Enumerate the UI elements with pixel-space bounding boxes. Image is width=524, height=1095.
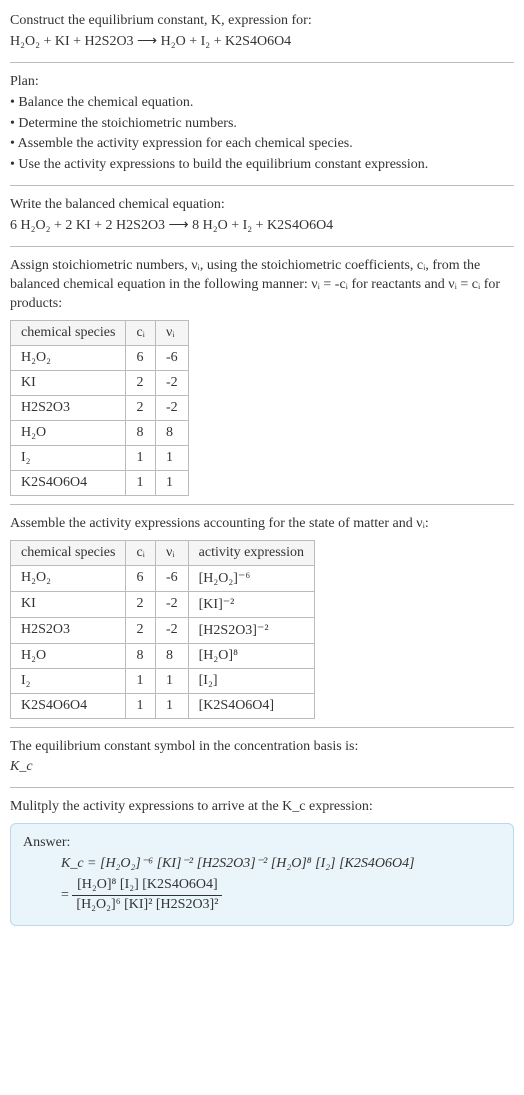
prompt-line: Construct the equilibrium constant, K, e…: [10, 12, 514, 31]
col-header: νᵢ: [155, 540, 188, 565]
table-row: H₂O 8 8: [11, 420, 189, 445]
cell-activity: [H2S2O3]⁻²: [188, 617, 314, 643]
activity-section: Assemble the activity expressions accoun…: [10, 515, 514, 728]
cell-nui: -2: [155, 617, 188, 643]
fraction-numerator: [H₂O]⁸ [I₂] [K2S4O6O4]: [72, 876, 222, 896]
col-header: νᵢ: [155, 320, 188, 345]
cell-nui: -6: [155, 345, 188, 370]
cell-ci: 1: [126, 668, 156, 693]
cell-ci: 1: [126, 445, 156, 470]
activity-table: chemical species cᵢ νᵢ activity expressi…: [10, 540, 315, 719]
cell-nui: 8: [155, 643, 188, 668]
cell-ci: 2: [126, 591, 156, 617]
stoich-intro: Assign stoichiometric numbers, νᵢ, using…: [10, 257, 514, 314]
table-header-row: chemical species cᵢ νᵢ: [11, 320, 189, 345]
cell-species: K2S4O6O4: [11, 470, 126, 495]
table-row: K2S4O6O4 1 1 [K2S4O6O4]: [11, 693, 315, 718]
col-header: chemical species: [11, 540, 126, 565]
cell-nui: 1: [155, 693, 188, 718]
answer-expr-line: K_c = [H₂O₂]⁻⁶ [KI]⁻² [H2S2O3]⁻² [H₂O]⁸ …: [61, 856, 415, 871]
table-row: KI 2 -2: [11, 370, 189, 395]
table-row: K2S4O6O4 1 1: [11, 470, 189, 495]
col-header: chemical species: [11, 320, 126, 345]
table-row: H₂O 8 8 [H₂O]⁸: [11, 643, 315, 668]
symbol-section: The equilibrium constant symbol in the c…: [10, 738, 514, 789]
cell-species: KI: [11, 591, 126, 617]
cell-ci: 8: [126, 643, 156, 668]
cell-species: KI: [11, 370, 126, 395]
balanced-section: Write the balanced chemical equation: 6 …: [10, 196, 514, 247]
multiply-line: Mulitply the activity expressions to arr…: [10, 798, 514, 817]
table-row: H₂O₂ 6 -6 [H₂O₂]⁻⁶: [11, 565, 315, 591]
answer-expression: K_c = [H₂O₂]⁻⁶ [KI]⁻² [H2S2O3]⁻² [H₂O]⁸ …: [23, 855, 501, 874]
cell-species: K2S4O6O4: [11, 693, 126, 718]
cell-ci: 8: [126, 420, 156, 445]
table-row: H₂O₂ 6 -6: [11, 345, 189, 370]
cell-species: H₂O: [11, 643, 126, 668]
cell-nui: 1: [155, 470, 188, 495]
symbol-kc-text: K_c: [10, 759, 33, 774]
answer-box: Answer: K_c = [H₂O₂]⁻⁶ [KI]⁻² [H2S2O3]⁻²…: [10, 823, 514, 926]
col-header: cᵢ: [126, 320, 156, 345]
symbol-kc: K_c: [10, 758, 514, 777]
cell-species: H2S2O3: [11, 617, 126, 643]
cell-nui: 8: [155, 420, 188, 445]
prompt-section: Construct the equilibrium constant, K, e…: [10, 12, 514, 63]
cell-ci: 2: [126, 617, 156, 643]
cell-species: H₂O: [11, 420, 126, 445]
cell-activity: [H₂O]⁸: [188, 643, 314, 668]
cell-species: H2S2O3: [11, 395, 126, 420]
cell-nui: -2: [155, 591, 188, 617]
cell-ci: 2: [126, 370, 156, 395]
stoich-table: chemical species cᵢ νᵢ H₂O₂ 6 -6 KI 2 -2…: [10, 320, 189, 496]
table-row: I₂ 1 1 [I₂]: [11, 668, 315, 693]
fraction-denominator: [H₂O₂]⁶ [KI]² [H2S2O3]²: [72, 896, 222, 915]
cell-species: H₂O₂: [11, 345, 126, 370]
plan-item: • Assemble the activity expression for e…: [10, 135, 514, 154]
table-row: H2S2O3 2 -2 [H2S2O3]⁻²: [11, 617, 315, 643]
answer-label: Answer:: [23, 834, 501, 853]
cell-nui: 1: [155, 445, 188, 470]
cell-ci: 6: [126, 565, 156, 591]
col-header: cᵢ: [126, 540, 156, 565]
plan-item: • Use the activity expressions to build …: [10, 156, 514, 175]
fraction: [H₂O]⁸ [I₂] [K2S4O6O4] [H₂O₂]⁶ [KI]² [H2…: [72, 876, 222, 915]
plan-heading: Plan:: [10, 73, 514, 92]
stoich-section: Assign stoichiometric numbers, νᵢ, using…: [10, 257, 514, 505]
cell-activity: [K2S4O6O4]: [188, 693, 314, 718]
cell-nui: -6: [155, 565, 188, 591]
cell-species: I₂: [11, 445, 126, 470]
answer-fraction: = [H₂O]⁸ [I₂] [K2S4O6O4] [H₂O₂]⁶ [KI]² […: [23, 876, 501, 915]
prompt-equation: H₂O₂ + KI + H2S2O3 ⟶ H₂O + I₂ + K2S4O6O4: [10, 33, 514, 52]
balanced-lead: Write the balanced chemical equation:: [10, 196, 514, 215]
answer-frac-lead: =: [61, 888, 72, 903]
plan-section: Plan: • Balance the chemical equation. •…: [10, 73, 514, 186]
table-header-row: chemical species cᵢ νᵢ activity expressi…: [11, 540, 315, 565]
plan-item: • Determine the stoichiometric numbers.: [10, 115, 514, 134]
symbol-line1: The equilibrium constant symbol in the c…: [10, 738, 514, 757]
col-header: activity expression: [188, 540, 314, 565]
cell-nui: -2: [155, 395, 188, 420]
cell-nui: 1: [155, 668, 188, 693]
table-row: I₂ 1 1: [11, 445, 189, 470]
balanced-equation: 6 H₂O₂ + 2 KI + 2 H2S2O3 ⟶ 8 H₂O + I₂ + …: [10, 217, 514, 236]
cell-activity: [I₂]: [188, 668, 314, 693]
table-row: KI 2 -2 [KI]⁻²: [11, 591, 315, 617]
cell-nui: -2: [155, 370, 188, 395]
cell-activity: [KI]⁻²: [188, 591, 314, 617]
cell-species: I₂: [11, 668, 126, 693]
table-row: H2S2O3 2 -2: [11, 395, 189, 420]
plan-item: • Balance the chemical equation.: [10, 94, 514, 113]
cell-ci: 1: [126, 693, 156, 718]
cell-ci: 2: [126, 395, 156, 420]
activity-intro: Assemble the activity expressions accoun…: [10, 515, 514, 534]
cell-ci: 1: [126, 470, 156, 495]
cell-species: H₂O₂: [11, 565, 126, 591]
cell-ci: 6: [126, 345, 156, 370]
cell-activity: [H₂O₂]⁻⁶: [188, 565, 314, 591]
